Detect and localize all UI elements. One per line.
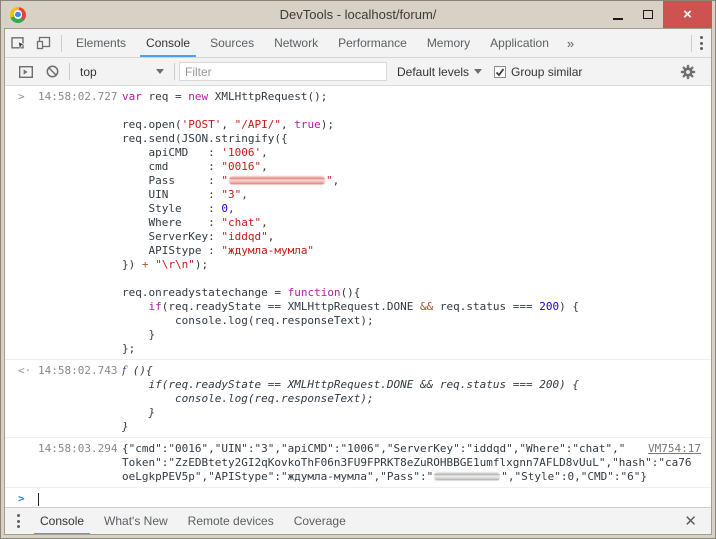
result-arrow-icon: <· — [18, 364, 38, 378]
console-entry-result: <·14:58:02.743ƒ (){ if(req.readyState ==… — [5, 360, 711, 438]
tab-performance[interactable]: Performance — [328, 29, 417, 57]
divider — [691, 35, 692, 52]
main-tabbar: ElementsConsoleSourcesNetworkPerformance… — [5, 29, 711, 58]
filter-input[interactable] — [179, 62, 387, 81]
redacted-value — [434, 472, 500, 481]
console-message: var req = new XMLHttpRequest(); req.open… — [122, 90, 711, 356]
source-location-link[interactable]: VM754:17 — [648, 442, 701, 456]
tab-console[interactable]: Console — [136, 29, 200, 57]
group-similar-checkbox[interactable] — [494, 66, 506, 78]
more-tabs-button[interactable]: » — [559, 36, 582, 51]
main-menu-button[interactable] — [696, 32, 707, 54]
input-chevron-icon: > — [18, 90, 38, 104]
close-button[interactable]: × — [663, 1, 712, 28]
main-tabs: ElementsConsoleSourcesNetworkPerformance… — [66, 29, 559, 57]
execution-context-selector[interactable]: top — [74, 62, 170, 82]
context-label: top — [80, 65, 97, 79]
drawer-close-button[interactable]: ✕ — [678, 512, 703, 531]
levels-label: Default levels — [397, 65, 469, 79]
timestamp: 14:58:03.294 — [38, 442, 122, 456]
console-entry-input: >14:58:02.727var req = new XMLHttpReques… — [5, 86, 711, 360]
drawer-tab-console[interactable]: Console — [30, 508, 94, 535]
redacted-value — [229, 176, 325, 185]
group-similar-label: Group similar — [511, 65, 582, 79]
text-cursor — [38, 493, 39, 506]
console-message: {"cmd":"0016","UIN":"3","apiCMD":"1006",… — [122, 442, 711, 484]
settings-button[interactable] — [675, 59, 701, 85]
drawer-tab-coverage[interactable]: Coverage — [284, 508, 356, 535]
drawer-menu-button[interactable] — [13, 510, 24, 532]
device-toolbar-icon — [36, 35, 52, 51]
console-entry-log: 14:58:03.294{"cmd":"0016","UIN":"3","api… — [5, 438, 711, 488]
minimize-icon — [613, 18, 623, 20]
maximize-button[interactable] — [633, 1, 663, 28]
prompt-chevron-icon: > — [18, 492, 38, 506]
minimize-button[interactable] — [603, 1, 633, 28]
divider — [69, 63, 70, 80]
tab-network[interactable]: Network — [264, 29, 328, 57]
inspect-cursor-icon — [10, 35, 26, 51]
devtools-window: DevTools - localhost/forum/ × — [0, 0, 716, 539]
clear-console-button[interactable] — [39, 59, 65, 85]
drawer-tab-remote-devices[interactable]: Remote devices — [178, 508, 284, 535]
drawer-tab-what-s-new[interactable]: What's New — [94, 508, 178, 535]
device-toolbar-button[interactable] — [31, 30, 57, 56]
devtools-app: ElementsConsoleSourcesNetworkPerformance… — [4, 28, 712, 535]
timestamp: 14:58:02.743 — [38, 364, 122, 378]
console-log: >14:58:02.727var req = new XMLHttpReques… — [5, 86, 711, 488]
timestamp: 14:58:02.727 — [38, 90, 122, 104]
chevron-down-icon — [474, 69, 482, 74]
clear-console-icon — [45, 64, 60, 79]
console-toolbar: top Default levels Group similar — [5, 58, 711, 86]
window-controls: × — [603, 1, 712, 28]
group-similar-setting: Group similar — [494, 65, 582, 79]
inspect-element-button[interactable] — [5, 30, 31, 56]
divider — [174, 63, 175, 80]
titlebar[interactable]: DevTools - localhost/forum/ × — [4, 1, 712, 28]
drawer-tabbar: ConsoleWhat's NewRemote devicesCoverage … — [5, 507, 711, 534]
show-console-sidebar-button[interactable] — [13, 59, 39, 85]
drawer-tabs: ConsoleWhat's NewRemote devicesCoverage — [30, 508, 356, 535]
checkmark-icon — [495, 67, 505, 77]
chevron-down-icon — [156, 69, 164, 74]
log-levels-selector[interactable]: Default levels — [393, 65, 486, 79]
maximize-icon — [643, 10, 653, 19]
console-panel: >14:58:02.727var req = new XMLHttpReques… — [5, 86, 711, 507]
gear-icon — [680, 64, 696, 80]
tab-elements[interactable]: Elements — [66, 29, 136, 57]
sidebar-toggle-icon — [18, 64, 34, 80]
divider — [61, 35, 62, 52]
tab-memory[interactable]: Memory — [417, 29, 480, 57]
tab-application[interactable]: Application — [480, 29, 559, 57]
tab-sources[interactable]: Sources — [200, 29, 264, 57]
console-message: ƒ (){ if(req.readyState == XMLHttpReques… — [122, 364, 711, 434]
console-prompt[interactable]: > — [5, 488, 711, 507]
